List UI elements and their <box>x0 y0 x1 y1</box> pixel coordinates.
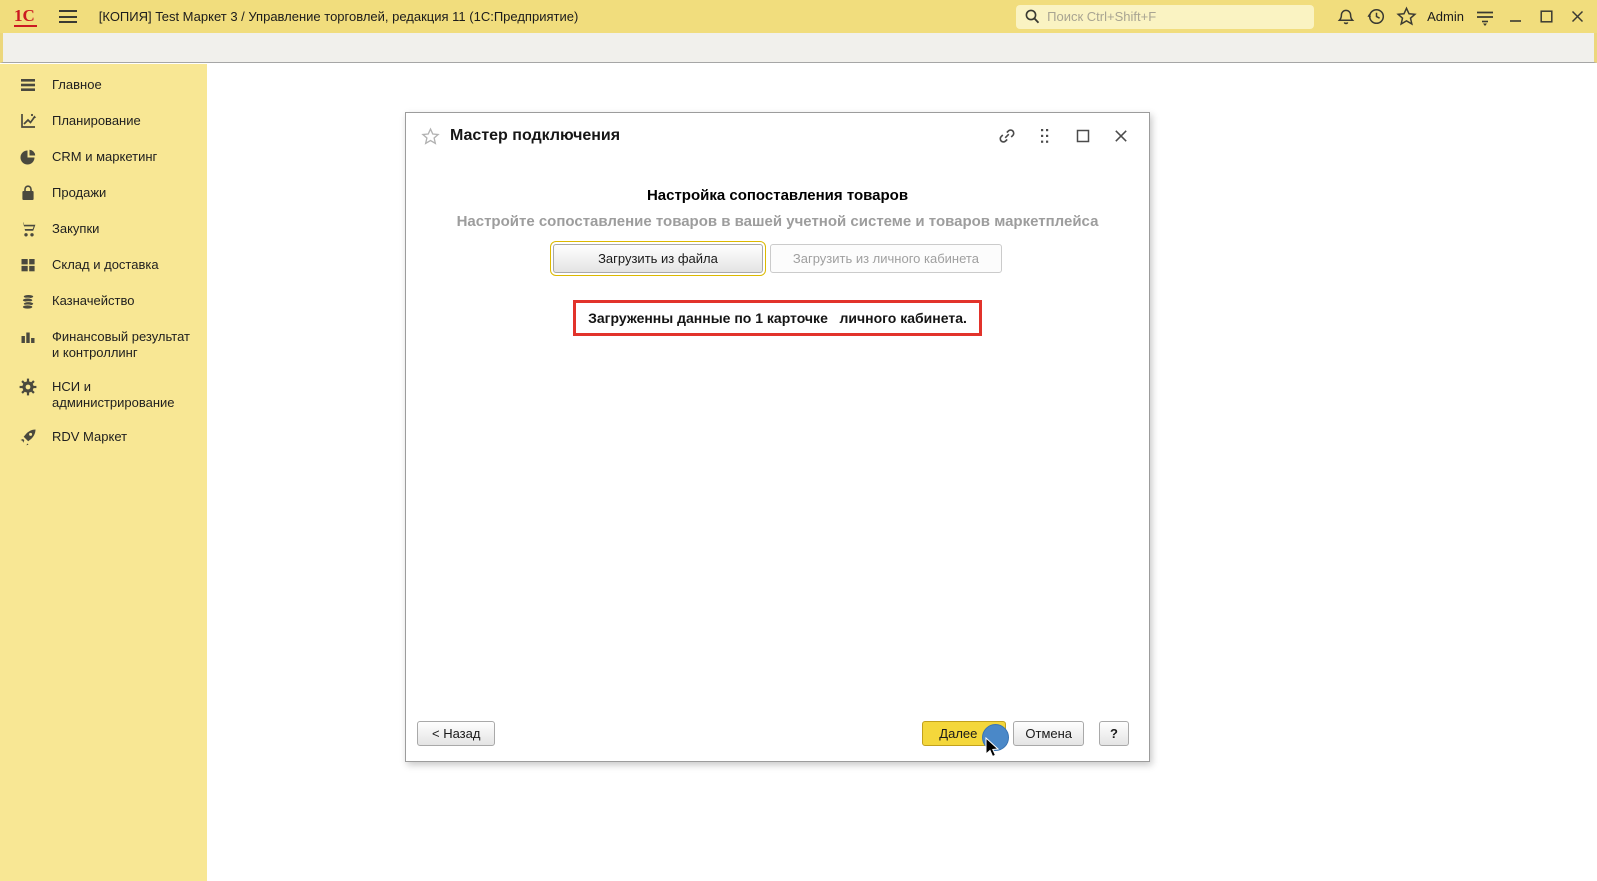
main-menu-icon[interactable] <box>58 10 77 23</box>
sidebar-item-finance[interactable]: Финансовый результат и контроллинг <box>0 319 207 369</box>
help-button[interactable]: ? <box>1099 721 1129 746</box>
history-icon[interactable] <box>1361 3 1391 31</box>
shopping-bag-icon <box>18 183 38 203</box>
bar-chart-icon <box>18 327 38 347</box>
sidebar-item-label: RDV Маркет <box>52 429 128 444</box>
close-dialog-icon[interactable] <box>1108 123 1134 149</box>
status-message: Загруженны данные по 1 карточке личного … <box>573 300 982 336</box>
toolbar-strip <box>0 33 1597 63</box>
maximize-dialog-icon[interactable] <box>1070 123 1096 149</box>
notifications-bell-icon[interactable] <box>1331 3 1361 31</box>
gear-icon <box>18 377 38 397</box>
sidebar-item-main[interactable]: Главное <box>0 67 207 103</box>
dialog-footer: < Назад Далее Отмена ? <box>417 721 1129 746</box>
sidebar-item-planning[interactable]: Планирование <box>0 103 207 139</box>
sidebar-item-label: Планирование <box>52 113 141 128</box>
sidebar-item-label: Главное <box>52 77 102 92</box>
search-input[interactable] <box>1047 9 1307 24</box>
maximize-button[interactable] <box>1531 3 1562 31</box>
shopping-cart-icon <box>18 219 38 239</box>
wizard-subtitle: Настройте сопоставление товаров в вашей … <box>456 213 1099 230</box>
logo-text: 1С <box>14 5 37 27</box>
load-from-cabinet-button[interactable]: Загрузить из личного кабинета <box>769 244 1002 273</box>
favorite-star-icon[interactable] <box>421 127 440 146</box>
titlebar: 1С [КОПИЯ] Test Маркет 3 / Управление то… <box>0 0 1597 33</box>
connection-wizard-dialog: Мастер подключения Настройка сопоставлен… <box>405 112 1150 762</box>
menu-lines-icon <box>18 75 38 95</box>
sidebar-item-sales[interactable]: Продажи <box>0 175 207 211</box>
dialog-title: Мастер подключения <box>450 127 621 144</box>
sidebar-item-label: Казначейство <box>52 293 135 308</box>
close-button[interactable] <box>1562 3 1593 31</box>
more-menu-icon[interactable] <box>1032 123 1058 149</box>
search-icon <box>1024 8 1041 25</box>
back-button[interactable]: < Назад <box>417 721 496 746</box>
dialog-header: Мастер подключения <box>406 113 1149 159</box>
global-search[interactable] <box>1016 4 1315 29</box>
sidebar-item-label: Склад и доставка <box>52 257 159 272</box>
sidebar-item-label: НСИ и администрирование <box>52 379 175 410</box>
sidebar-item-label: CRM и маркетинг <box>52 149 158 164</box>
sidebar-item-label: Финансовый результат и контроллинг <box>52 329 190 360</box>
sidebar-item-warehouse[interactable]: Склад и доставка <box>0 247 207 283</box>
sidebar-item-purchases[interactable]: Закупки <box>0 211 207 247</box>
1c-logo-icon[interactable]: 1С <box>14 7 37 27</box>
user-menu[interactable]: Admin <box>1427 9 1464 24</box>
minimize-button[interactable] <box>1500 3 1531 31</box>
sidebar-item-crm[interactable]: CRM и маркетинг <box>0 139 207 175</box>
planning-chart-icon <box>18 111 38 131</box>
sidebar-item-label: Продажи <box>52 185 107 200</box>
rocket-icon <box>18 427 38 447</box>
sidebar-item-treasury[interactable]: Казначейство <box>0 283 207 319</box>
warehouse-grid-icon <box>18 255 38 275</box>
sidebar-item-admin[interactable]: НСИ и администрирование <box>0 369 207 419</box>
sidebar-item-label: Закупки <box>52 221 100 236</box>
cancel-button[interactable]: Отмена <box>1013 721 1085 746</box>
sections-sidebar: Главное Планирование CRM и маркетинг Про… <box>0 64 207 881</box>
get-link-icon[interactable] <box>994 123 1020 149</box>
wizard-heading: Настройка сопоставления товаров <box>646 187 909 204</box>
app-title: [КОПИЯ] Test Маркет 3 / Управление торго… <box>98 9 579 24</box>
favorites-star-icon[interactable] <box>1391 3 1421 31</box>
service-menu-icon[interactable] <box>1470 3 1500 31</box>
mouse-cursor-icon <box>985 737 1001 759</box>
load-from-file-button[interactable]: Загрузить из файла <box>550 241 766 276</box>
pie-chart-icon <box>18 147 38 167</box>
sidebar-item-rdv-market[interactable]: RDV Маркет <box>0 419 207 455</box>
load-buttons-row: Загрузить из файла Загрузить из личного … <box>406 241 1149 276</box>
coins-icon <box>18 291 38 311</box>
